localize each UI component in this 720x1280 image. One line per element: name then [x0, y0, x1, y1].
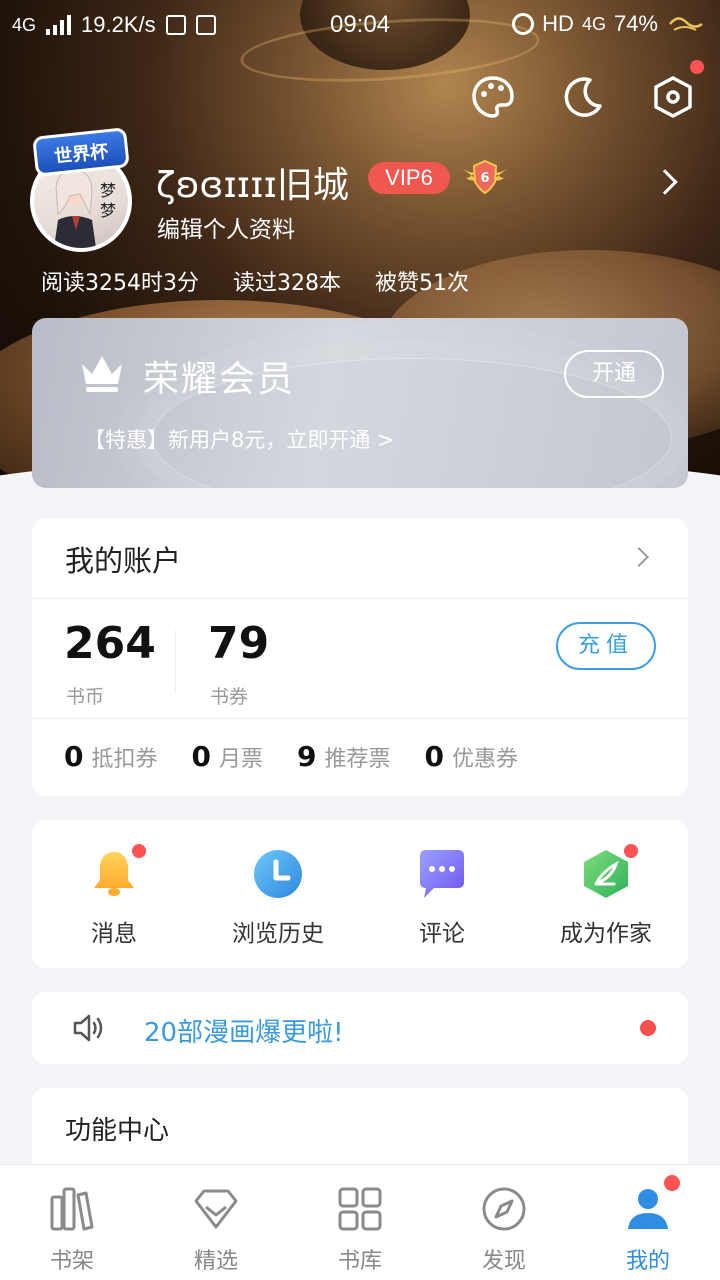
ticket-count: 9 — [297, 740, 317, 773]
palette-icon — [472, 76, 514, 118]
username[interactable]: ζʚɞɪɪɪɪ旧城 — [156, 156, 349, 208]
ticket-count: 0 — [64, 740, 84, 773]
tab-label: 我的 — [625, 1249, 670, 1274]
ticket-label: 抵扣券 — [91, 747, 158, 772]
tab-label: 发现 — [481, 1249, 526, 1274]
network-type-right: 4G — [581, 13, 606, 34]
winged-shield-icon: 6 — [462, 159, 508, 195]
brand-logo-icon — [669, 17, 703, 31]
announcement-text[interactable]: 20部漫画爆更啦! — [144, 1012, 344, 1049]
vip-badge[interactable]: VIP6 — [368, 162, 450, 194]
comments-action[interactable]: 评论 — [360, 820, 524, 968]
tab-mine[interactable]: 我的 — [576, 1165, 720, 1280]
divider — [32, 718, 688, 719]
header-actions — [470, 60, 704, 120]
notification-dot — [132, 844, 146, 858]
ticket-label: 月票 — [218, 747, 263, 772]
likes-received: 被赞51次 — [375, 271, 469, 296]
discount-coupon-item[interactable]: 0 优惠券 — [425, 740, 519, 773]
moon-icon — [564, 77, 602, 117]
reading-time: 阅读3254时3分 — [41, 271, 199, 296]
vip-membership-card[interactable] — [32, 318, 688, 488]
ticket-list: 0 抵扣券 0 月票 9 推荐票 0 优惠券 — [64, 740, 518, 773]
quick-action-label: 评论 — [419, 921, 465, 947]
tab-featured[interactable]: 精选 — [144, 1165, 288, 1280]
edit-profile-link[interactable]: 编辑个人资料 — [157, 210, 295, 244]
notification-dot — [640, 1020, 656, 1036]
diamond-icon — [194, 1189, 238, 1229]
level-number: 6 — [480, 171, 489, 186]
messages-action[interactable]: 消息 — [32, 820, 196, 968]
vip-card-title: 荣耀会员 — [143, 359, 296, 400]
monthly-ticket-item[interactable]: 0 月票 — [192, 740, 264, 773]
announcement-bar[interactable]: 20部漫画爆更啦! — [32, 992, 688, 1064]
tab-label: 书库 — [337, 1249, 382, 1274]
recommend-ticket-item[interactable]: 9 推荐票 — [297, 740, 391, 773]
theme-palette-button[interactable] — [470, 74, 516, 120]
bell-icon — [94, 852, 134, 896]
history-action[interactable]: 浏览历史 — [196, 820, 360, 968]
user-icon — [628, 1189, 668, 1229]
account-card: 我的账户 264 书币 79 书券 充值 0 抵扣券 0 月票 9 推荐票 0 … — [32, 518, 688, 796]
notification-dot — [664, 1175, 680, 1191]
books-read: 读过328本 — [233, 271, 341, 296]
quick-action-label: 浏览历史 — [232, 921, 324, 947]
divider — [32, 598, 688, 599]
ticket-label: 推荐票 — [324, 747, 391, 772]
open-vip-button[interactable]: 开通 — [564, 350, 664, 398]
chevron-right-icon[interactable] — [629, 547, 649, 567]
status-bar: 4G 19.2K/s 09:04 HD 4G 74% — [0, 0, 720, 50]
notification-dot — [624, 844, 638, 858]
ticket-label: 优惠券 — [451, 747, 518, 772]
tab-label: 精选 — [193, 1249, 238, 1274]
reading-stats: 阅读3254时3分 读过328本 被赞51次 — [41, 265, 469, 297]
vouchers-value[interactable]: 79 — [208, 618, 269, 669]
quick-action-label: 消息 — [91, 921, 137, 947]
clock-icon — [254, 850, 302, 898]
settings-button[interactable] — [650, 60, 704, 120]
vouchers-label: 书券 — [210, 686, 249, 708]
account-title[interactable]: 我的账户 — [65, 538, 181, 580]
tab-label: 书架 — [49, 1249, 94, 1274]
feather-icon — [584, 850, 628, 898]
quick-action-label: 成为作家 — [560, 921, 652, 947]
coins-label: 书币 — [66, 686, 105, 708]
recharge-button[interactable]: 充值 — [556, 622, 656, 670]
speaker-icon — [73, 1014, 103, 1042]
become-author-action[interactable]: 成为作家 — [524, 820, 688, 968]
vertical-divider — [175, 630, 176, 692]
hexagon-settings-icon — [654, 76, 692, 118]
tab-library[interactable]: 书库 — [288, 1165, 432, 1280]
night-mode-button[interactable] — [560, 74, 606, 120]
svg-text:梦: 梦 — [100, 181, 116, 200]
level-badge: 6 — [460, 158, 510, 196]
quick-actions-card: 消息 浏览历史 评论 成为作家 — [32, 820, 688, 968]
ticket-count: 0 — [424, 740, 444, 773]
hd-indicator: HD — [542, 11, 574, 36]
grid-icon — [338, 1187, 382, 1231]
notification-dot — [690, 60, 704, 74]
compass-icon — [482, 1187, 526, 1231]
battery-level: 74% — [613, 11, 658, 36]
alarm-icon — [512, 13, 535, 35]
deduction-coupon-item[interactable]: 0 抵扣券 — [64, 740, 158, 773]
crown-icon — [78, 352, 126, 398]
coins-value[interactable]: 264 — [64, 618, 156, 669]
comment-icon — [420, 850, 464, 898]
vip-promo-link[interactable]: 【特惠】新用户8元，立即开通 > — [84, 424, 395, 454]
ticket-count: 0 — [191, 740, 211, 773]
svg-text:梦: 梦 — [100, 201, 116, 220]
tab-discover[interactable]: 发现 — [432, 1165, 576, 1280]
bottom-tab-bar: 书架 精选 书库 发现 我的 — [0, 1164, 720, 1280]
tab-bookshelf[interactable]: 书架 — [0, 1165, 144, 1280]
function-center-title: 功能中心 — [65, 1116, 170, 1146]
bookshelf-icon — [50, 1187, 94, 1231]
